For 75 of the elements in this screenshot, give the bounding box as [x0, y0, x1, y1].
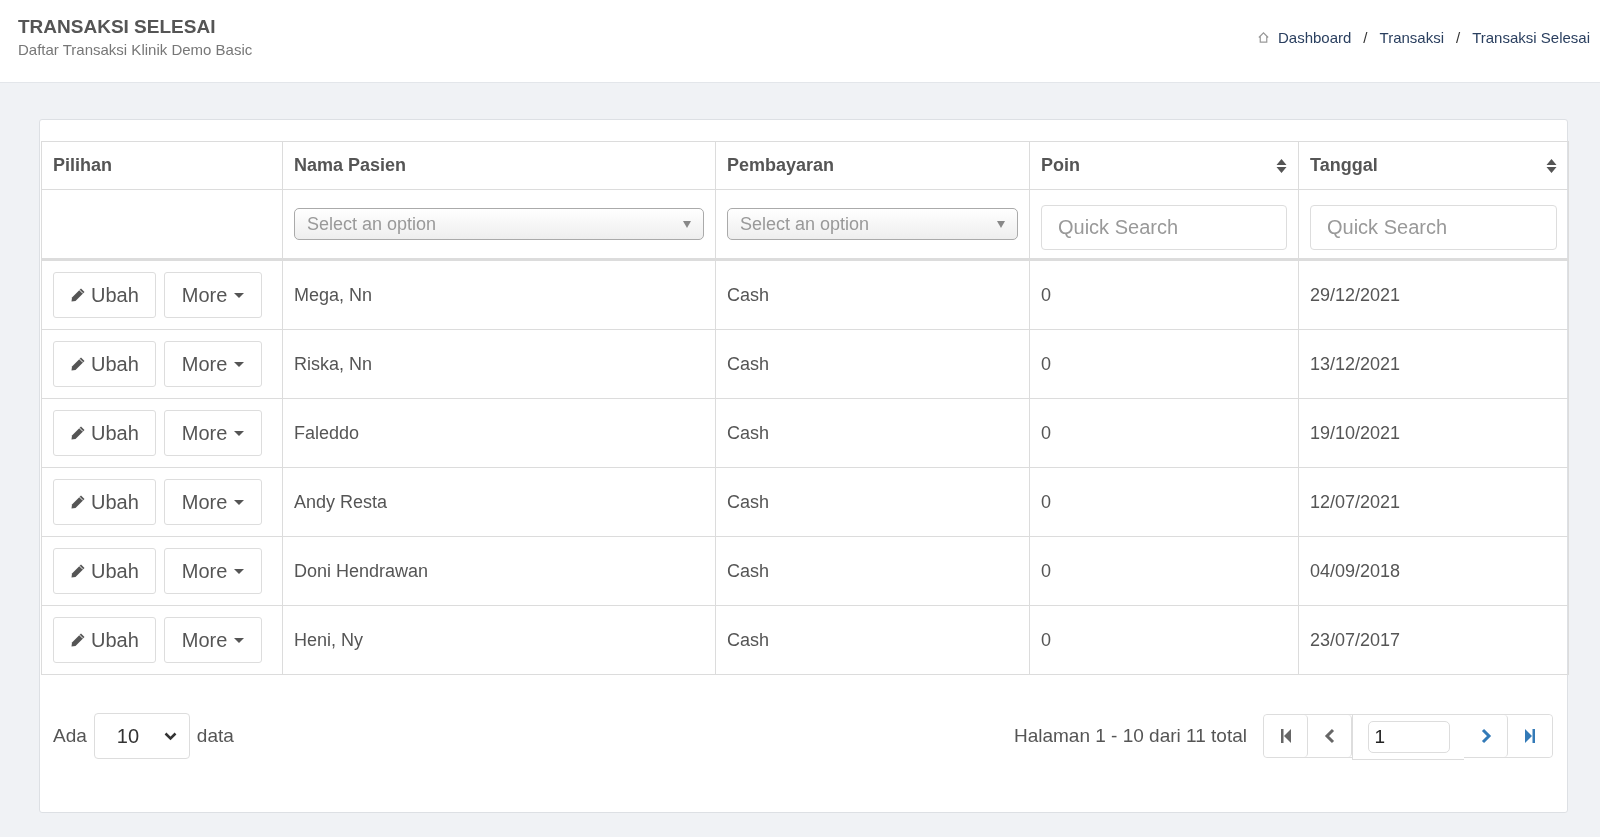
table-cell: Andy Resta [282, 467, 716, 537]
more-button[interactable]: More [163, 548, 263, 594]
caret-icon [234, 361, 245, 367]
caret-icon [997, 220, 1005, 228]
pencil-icon [70, 563, 86, 579]
first-page-icon [1279, 728, 1292, 744]
page-subtitle: Daftar Transaksi Klinik Demo Basic [18, 41, 253, 58]
page-number-field[interactable]: 1 [1367, 721, 1450, 753]
last-page-icon [1524, 728, 1536, 744]
caret-icon [234, 292, 245, 298]
table-cell: Cash [715, 329, 1030, 399]
breadcrumb-link[interactable]: Transaksi Selesai [1472, 29, 1590, 46]
table-cell: 0 [1029, 329, 1299, 399]
search-field[interactable]: Quick Search [1310, 204, 1557, 250]
pencil-icon [70, 425, 86, 441]
table-cell: Faleddo [282, 398, 716, 468]
table-cell: Cash [715, 259, 1030, 330]
table-cell: 0 [1029, 259, 1299, 330]
table-cell: Cash [715, 536, 1030, 606]
table-cell: Heni, Ny [282, 605, 716, 675]
home-icon [1256, 31, 1270, 44]
table-cell: 19/10/2021 [1298, 398, 1569, 468]
chevron-left-icon [1323, 728, 1336, 744]
caret-icon [234, 430, 245, 436]
caret-icon [234, 568, 245, 574]
edit-button[interactable]: Ubah [53, 410, 156, 456]
chevron-right-icon [1479, 728, 1492, 744]
table-cell: 23/07/2017 [1298, 605, 1569, 675]
pencil-icon [70, 494, 86, 510]
caret-icon [234, 499, 245, 505]
edit-button[interactable]: Ubah [53, 341, 156, 387]
edit-button[interactable]: Ubah [53, 617, 156, 663]
more-button[interactable]: More [163, 341, 263, 387]
table-cell: 0 [1029, 467, 1299, 537]
caret-icon [234, 637, 245, 643]
caret-icon [683, 220, 691, 228]
table-cell: Mega, Nn [282, 259, 716, 330]
edit-button[interactable]: Ubah [53, 479, 156, 525]
table-cell: Cash [715, 398, 1030, 468]
pencil-icon [70, 287, 86, 303]
table-cell: 0 [1029, 398, 1299, 468]
table-cell: Riska, Nn [282, 329, 716, 399]
table-cell: 04/09/2018 [1298, 536, 1569, 606]
chevron-down-icon [163, 731, 177, 741]
show-label: Ada [53, 725, 87, 747]
table-cell: 13/12/2021 [1298, 329, 1569, 399]
table-cell: Cash [715, 605, 1030, 675]
column-header[interactable]: Poin [1029, 141, 1299, 190]
edit-button[interactable]: Ubah [53, 548, 156, 594]
page-size-select[interactable]: 10 [93, 713, 190, 759]
breadcrumb-link[interactable]: Transaksi [1379, 29, 1444, 46]
edit-button[interactable]: Ubah [53, 272, 156, 318]
more-button[interactable]: More [163, 272, 263, 318]
more-button[interactable]: More [163, 479, 263, 525]
data-label: data [196, 725, 234, 747]
column-header[interactable]: Tanggal [1298, 141, 1569, 190]
table-cell: 0 [1029, 605, 1299, 675]
table-cell: Doni Hendrawan [282, 536, 716, 606]
column-header: Pembayaran [715, 141, 1030, 190]
table-cell: 12/07/2021 [1298, 467, 1569, 537]
pencil-icon [70, 356, 86, 372]
table-cell: 0 [1029, 536, 1299, 606]
column-header: Nama Pasien [282, 141, 716, 190]
search-field[interactable]: Quick Search [1041, 204, 1287, 250]
breadcrumb-link[interactable]: Dashboard [1277, 29, 1352, 46]
pencil-icon [70, 632, 86, 648]
column-header: Pilihan [41, 141, 283, 190]
more-button[interactable]: More [163, 617, 263, 663]
more-button[interactable]: More [163, 410, 263, 456]
breadcrumb-separator: / [1456, 29, 1461, 46]
pagination-summary: Halaman 1 - 10 dari 11 total [1013, 725, 1247, 747]
breadcrumb-separator: / [1363, 29, 1368, 46]
page-title: TRANSAKSI SELESAI [18, 16, 217, 38]
table-cell: 29/12/2021 [1298, 259, 1569, 330]
table-cell: Cash [715, 467, 1030, 537]
